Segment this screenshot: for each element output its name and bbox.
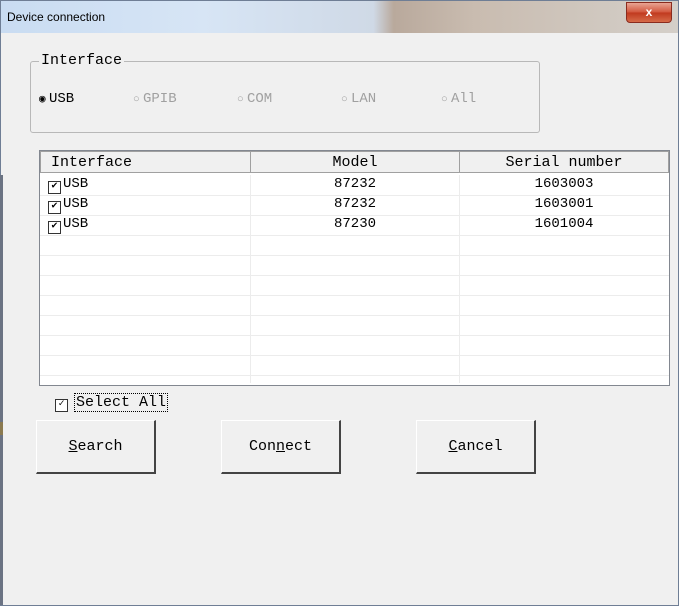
radio-empty-icon: ○	[441, 94, 448, 106]
select-all-checkbox[interactable]: ✓ Select All	[55, 393, 169, 412]
table-header: Interface Model Serial number	[40, 151, 669, 175]
table-row-empty	[40, 335, 669, 356]
column-header-interface[interactable]: Interface	[40, 151, 251, 173]
radio-empty-icon: ○	[133, 94, 140, 106]
table-row-empty	[40, 295, 669, 316]
table-row-empty	[40, 235, 669, 256]
table-row-empty	[40, 315, 669, 336]
window-title: Device connection	[7, 10, 106, 24]
row-interface-cell: ✔ USB	[48, 215, 88, 235]
table-row[interactable]: ✔ USB 87232 1603001	[40, 195, 669, 216]
background-window-edge	[0, 175, 3, 605]
checkbox-checked-icon: ✓	[55, 399, 68, 412]
device-list[interactable]: Interface Model Serial number ✔ USB 87232…	[39, 150, 670, 386]
row-checkbox[interactable]: ✔	[48, 181, 61, 194]
radio-lan[interactable]: ○ LAN	[341, 91, 376, 107]
row-serial-cell: 1603003	[534, 176, 594, 192]
radio-com[interactable]: ○ COM	[237, 91, 272, 107]
row-model-cell: 87232	[333, 176, 376, 192]
connect-button[interactable]: Connect	[221, 420, 341, 474]
row-checkbox[interactable]: ✔	[48, 201, 61, 214]
table-row-empty	[40, 255, 669, 276]
row-serial-cell: 1601004	[534, 216, 594, 232]
radio-usb[interactable]: ◉ USB	[39, 91, 74, 107]
search-button[interactable]: Search	[36, 420, 156, 474]
table-row-empty	[40, 275, 669, 296]
table-row[interactable]: ✔ USB 87230 1601004	[40, 215, 669, 236]
row-serial-cell: 1603001	[534, 196, 594, 212]
row-interface-cell: ✔ USB	[48, 195, 88, 215]
background-window-edge-accent	[0, 422, 3, 435]
table-row-empty	[40, 355, 669, 376]
row-model-cell: 87230	[333, 216, 376, 232]
row-model-cell: 87232	[333, 196, 376, 212]
close-icon: x	[645, 5, 653, 19]
column-header-model[interactable]: Model	[250, 151, 460, 173]
radio-empty-icon: ○	[341, 94, 348, 106]
radio-selected-icon: ◉	[39, 94, 46, 106]
title-bar[interactable]: Device connection x	[1, 1, 678, 33]
interface-group-legend: Interface	[39, 52, 125, 69]
cancel-button[interactable]: Cancel	[416, 420, 536, 474]
radio-all[interactable]: ○ All	[441, 91, 476, 107]
close-button[interactable]: x	[626, 2, 672, 23]
interface-group: Interface ◉ USB ○ GPIB ○ COM ○ LAN ○ All	[30, 52, 540, 133]
radio-gpib[interactable]: ○ GPIB	[133, 91, 177, 107]
column-header-serial[interactable]: Serial number	[459, 151, 669, 173]
row-interface-cell: ✔ USB	[48, 175, 88, 195]
row-checkbox[interactable]: ✔	[48, 221, 61, 234]
column-divider	[459, 175, 460, 383]
select-all-label: Select All	[74, 393, 169, 412]
radio-empty-icon: ○	[237, 94, 244, 106]
column-divider	[250, 175, 251, 383]
table-row[interactable]: ✔ USB 87232 1603003	[40, 175, 669, 196]
